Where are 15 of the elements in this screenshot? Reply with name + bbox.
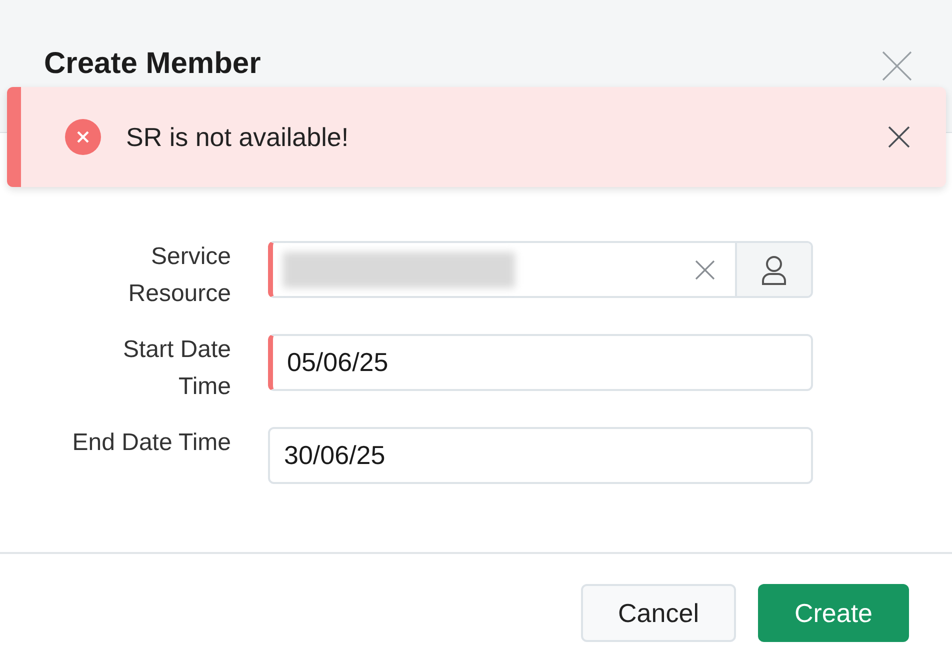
field-label: Start Date Time [122,335,231,402]
toast-message: SR is not available! [126,122,350,152]
date-time-field[interactable]: 05/06/25 [268,334,813,391]
dialog-title: Create Member [44,46,261,82]
date-time-field[interactable]: 30/06/25 [268,427,813,484]
clear-icon[interactable] [695,260,715,280]
lookup-field[interactable] [268,241,813,298]
lookup-button[interactable] [735,243,811,296]
create-button[interactable]: Create [758,584,909,642]
field-label: End Date Time [71,428,231,458]
field-label: Service Resource [127,242,231,309]
close-icon[interactable] [888,126,910,148]
error-icon [65,119,101,155]
person-icon [760,254,788,286]
cancel-button[interactable]: Cancel [581,584,736,642]
